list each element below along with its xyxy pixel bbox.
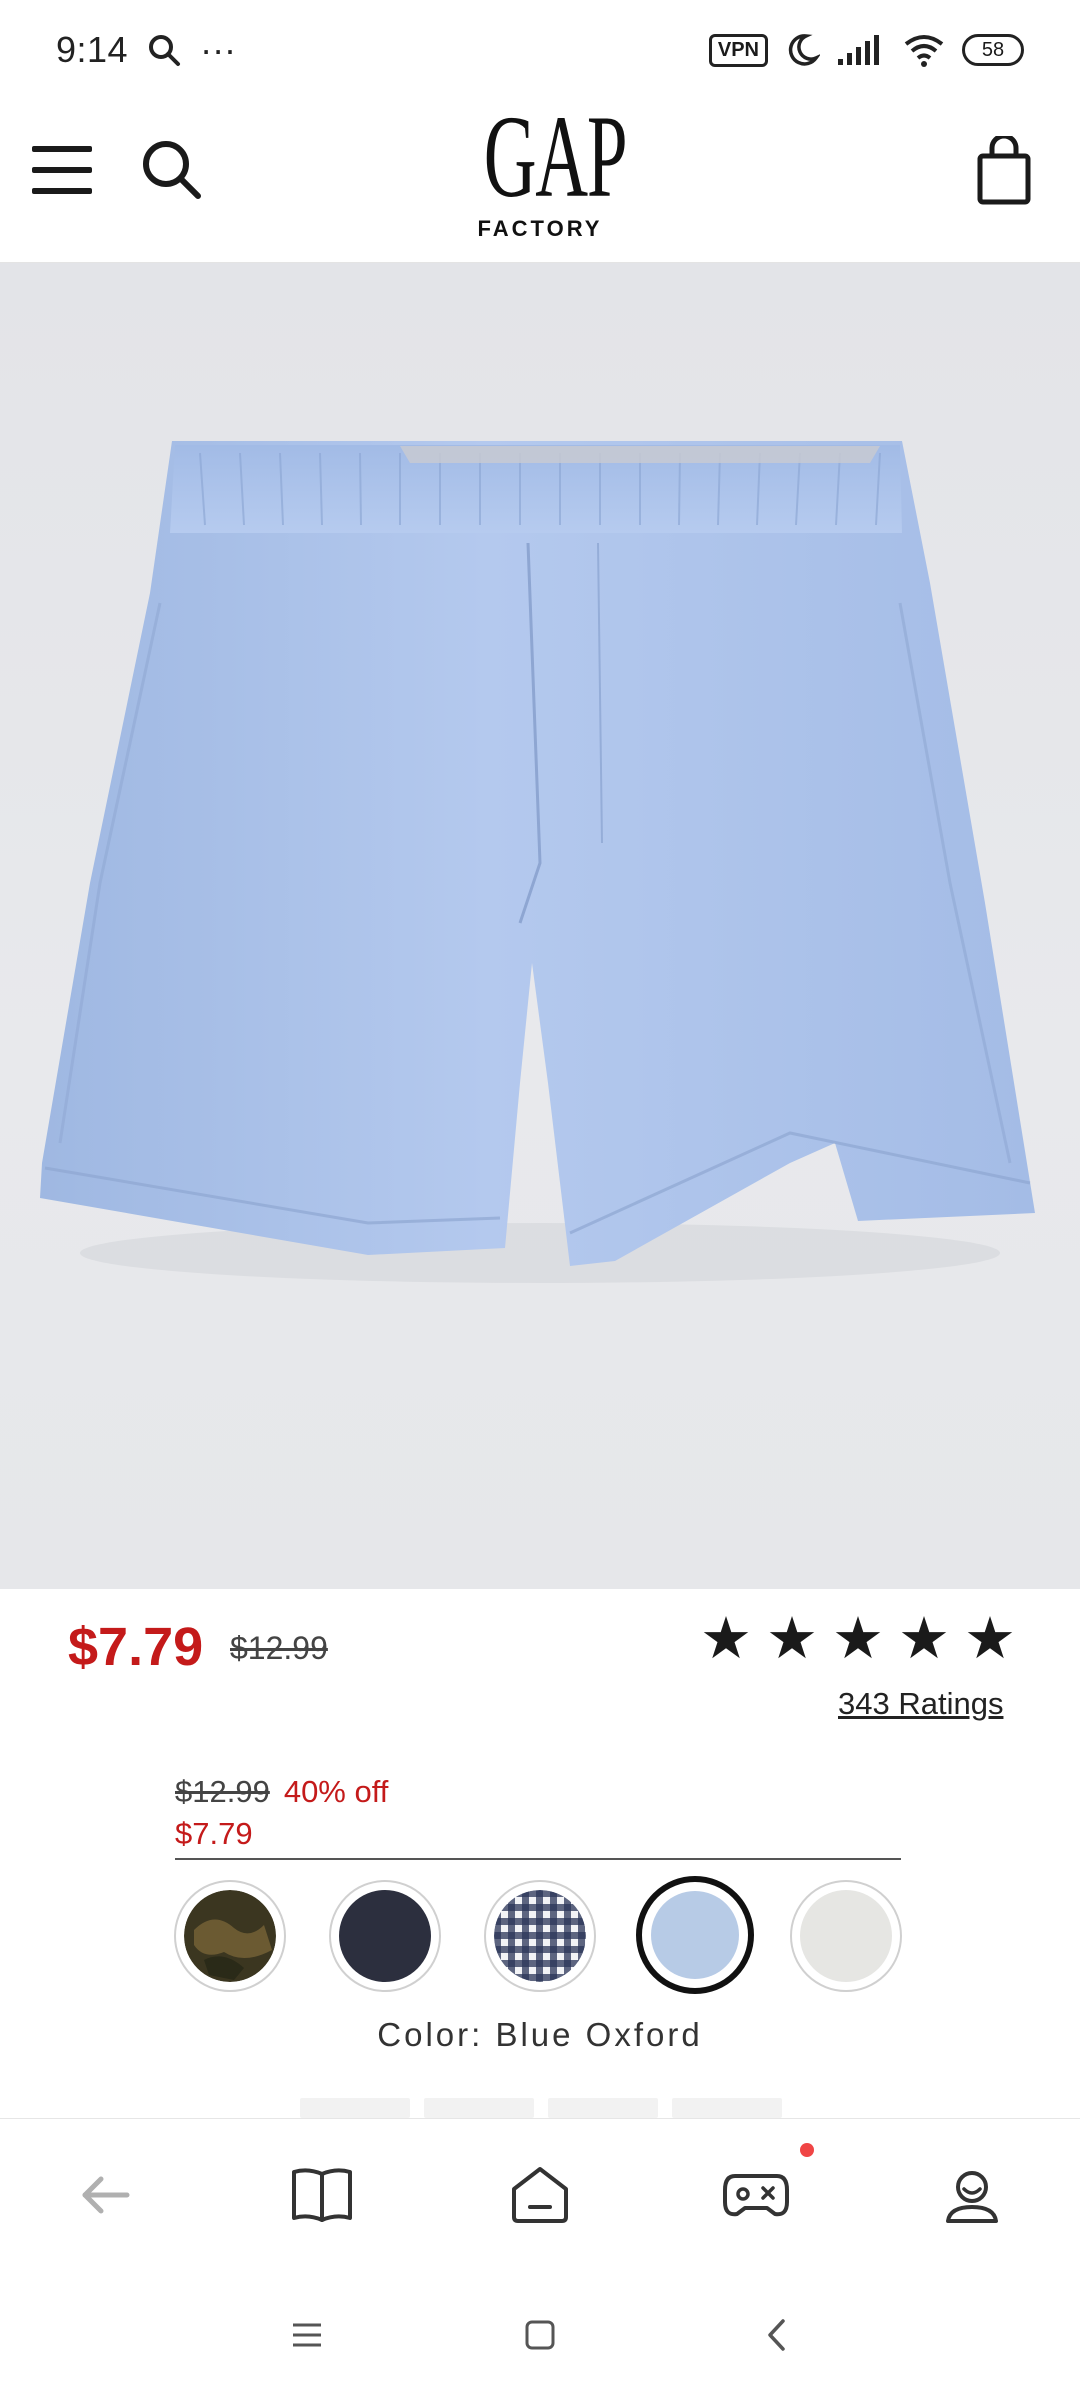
book-nav-button[interactable] (286, 2159, 358, 2231)
bottom-app-nav (0, 2118, 1080, 2270)
original-price: $12.99 (230, 1630, 328, 1666)
chevron-left-icon (768, 2319, 785, 2351)
signal-icon (838, 35, 879, 65)
back-nav-button[interactable] (70, 2159, 142, 2231)
square-icon (525, 2320, 555, 2350)
arrow-left-icon (82, 2176, 130, 2214)
star-icon: ★ (898, 1606, 950, 1671)
home-button[interactable] (515, 2310, 565, 2360)
games-nav-button[interactable] (720, 2159, 792, 2231)
rating-stars[interactable]: ★ ★ ★ ★ ★ (700, 1610, 1016, 1668)
shopping-bag-icon[interactable] (974, 136, 1034, 206)
menu-icon[interactable] (30, 142, 94, 198)
logo-main: GAP (483, 91, 628, 222)
system-back-button[interactable] (752, 2310, 802, 2360)
swatch-price-block: $12.99 40% off $7.79 (175, 1774, 901, 1852)
status-time: 9:14 (56, 29, 129, 70)
star-icon: ★ (766, 1606, 818, 1671)
light-gray-swatch-fill (800, 1890, 892, 1982)
vpn-badge: VPN (708, 33, 768, 67)
app-header: GAP FACTORY (0, 91, 1080, 263)
profile-icon (946, 2171, 998, 2223)
discount-label: 40% off (283, 1774, 389, 1809)
moon-icon (788, 34, 820, 66)
search-icon[interactable] (138, 136, 204, 202)
swatch-original-price: $12.99 (175, 1774, 270, 1809)
status-right: VPN 58 (708, 32, 1024, 68)
product-image[interactable] (0, 263, 1080, 1589)
swatch-camo[interactable] (174, 1880, 286, 1992)
price-row: $7.79 $12.99 ★ ★ ★ ★ ★ 343 Ratings (0, 1590, 1080, 1750)
star-icon: ★ (700, 1606, 752, 1671)
blue-oxford-swatch-fill (651, 1891, 739, 1979)
ratings-link[interactable]: 343 Ratings (838, 1686, 1003, 1722)
size-tab-peek (672, 2098, 782, 2118)
size-tab-peek (548, 2098, 658, 2118)
swatch-light-gray[interactable] (790, 1880, 902, 1992)
selected-color-label: Color: Blue Oxford (377, 2016, 703, 2053)
color-swatches (0, 1876, 1080, 2000)
navy-swatch-fill (339, 1890, 431, 1982)
profile-nav-button[interactable] (936, 2159, 1008, 2231)
status-bar: 9:14 ··· VPN 58 (0, 0, 1080, 100)
wifi-icon (904, 35, 944, 67)
gingham-swatch-fill (494, 1890, 586, 1982)
swatch-gingham[interactable] (484, 1880, 596, 1992)
swatch-blue-oxford[interactable] (636, 1876, 754, 1994)
notification-dot (800, 2143, 814, 2157)
swatch-navy[interactable] (329, 1880, 441, 1992)
home-icon (512, 2167, 568, 2223)
system-nav-bar (0, 2270, 1080, 2400)
boxer-shorts-image (40, 441, 1035, 1283)
more-status-icon: ··· (200, 29, 237, 70)
size-tab-peek (300, 2098, 410, 2118)
book-icon (292, 2168, 352, 2222)
sale-price: $7.79 (68, 1617, 204, 1677)
camo-swatch-fill (184, 1890, 276, 1982)
star-icon: ★ (832, 1606, 884, 1671)
gamepad-icon (723, 2174, 789, 2217)
size-tab-peek (424, 2098, 534, 2118)
gap-factory-logo[interactable]: GAP FACTORY (440, 91, 640, 252)
recents-button[interactable] (282, 2310, 332, 2360)
home-nav-button[interactable] (504, 2159, 576, 2231)
battery-indicator: 58 (962, 34, 1024, 66)
search-status-icon (149, 35, 181, 66)
divider (175, 1858, 901, 1860)
menu-lines-icon (293, 2323, 321, 2347)
status-left: 9:14 ··· (56, 29, 236, 71)
star-icon: ★ (964, 1606, 1016, 1671)
swatch-sale-price: $7.79 (175, 1816, 253, 1851)
